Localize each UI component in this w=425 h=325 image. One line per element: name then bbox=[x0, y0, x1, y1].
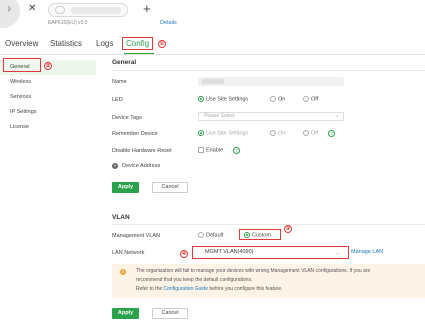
warning-text-line2: recommend that you keep the default conf… bbox=[136, 277, 253, 283]
tab-overview[interactable]: Overview bbox=[5, 39, 38, 48]
tab-bar: Overview Statistics Logs Config ① bbox=[0, 36, 425, 55]
name-label: Name bbox=[112, 79, 127, 85]
radio-label: Default bbox=[206, 232, 224, 239]
led-radio-on[interactable]: On bbox=[270, 96, 285, 102]
sidebar-item-ip-settings[interactable]: IP Settings bbox=[0, 105, 96, 120]
tab-statistics[interactable]: Statistics bbox=[50, 39, 82, 48]
expand-icon: + bbox=[112, 163, 118, 169]
details-link[interactable]: Details bbox=[160, 20, 177, 26]
vlan-cancel-button[interactable]: Cancel bbox=[152, 308, 188, 319]
enable-reset-checkbox[interactable]: Enable bbox=[198, 147, 223, 153]
device-name-chip[interactable] bbox=[48, 3, 128, 17]
header-divider bbox=[0, 54, 425, 55]
configuration-guide-link[interactable]: Configuration Guide bbox=[164, 286, 208, 292]
radio-dot bbox=[270, 96, 276, 102]
lan-network-select[interactable]: MGMT VLAN(4090) ⌄ bbox=[192, 246, 349, 259]
select-value: MGMT VLAN(4090) bbox=[205, 249, 254, 255]
device-address-expander[interactable]: + Device Address bbox=[112, 163, 160, 169]
help-icon[interactable]: ? bbox=[233, 147, 240, 154]
general-cancel-button[interactable]: Cancel bbox=[152, 182, 188, 193]
close-icon[interactable]: ✕ bbox=[28, 3, 36, 14]
lan-network-label: LAN Network bbox=[112, 250, 145, 256]
radio-dot bbox=[198, 96, 204, 102]
manage-lan-link[interactable]: Manage LAN bbox=[351, 249, 383, 255]
disable-reset-label: Disable Hardware Reset bbox=[112, 148, 172, 154]
warning-text-post: before you configure this feature. bbox=[208, 286, 283, 292]
tab-logs[interactable]: Logs bbox=[96, 39, 113, 48]
radio-label: On bbox=[278, 130, 286, 137]
radio-label: Use Site Settings bbox=[206, 96, 249, 103]
radio-dot bbox=[198, 232, 204, 238]
collapse-sidebar-icon[interactable]: ⦈ bbox=[8, 5, 11, 13]
general-apply-button[interactable]: Apply bbox=[112, 182, 139, 193]
mgmt-vlan-radio-default[interactable]: Default bbox=[198, 232, 223, 238]
chevron-down-icon: ⌄ bbox=[335, 250, 340, 256]
mgmt-vlan-radio-custom[interactable]: Custom bbox=[244, 232, 271, 238]
warning-icon: ! bbox=[120, 269, 126, 275]
sidebar-item-label: Services bbox=[10, 94, 32, 100]
vlan-apply-button[interactable]: Apply bbox=[112, 308, 139, 319]
device-model: EAP610(EU) v3.0 bbox=[48, 20, 88, 26]
annotation-badge-2: ② bbox=[44, 62, 52, 70]
remember-radio-off[interactable]: Off bbox=[303, 130, 318, 136]
radio-label: Off bbox=[311, 130, 319, 137]
radio-label: Use Site Settings bbox=[206, 130, 249, 137]
remember-device-label: Remember Device bbox=[112, 131, 158, 137]
sidebar-item-wireless[interactable]: Wireless bbox=[0, 75, 96, 90]
warning-text-pre: Refer to the bbox=[136, 286, 164, 292]
radio-dot bbox=[270, 130, 276, 136]
led-radio-off[interactable]: Off bbox=[303, 96, 318, 102]
name-input[interactable] bbox=[198, 77, 344, 86]
radio-dot bbox=[303, 96, 309, 102]
checkbox-box bbox=[198, 147, 204, 153]
led-radio-site[interactable]: Use Site Settings bbox=[198, 96, 248, 102]
radio-dot bbox=[198, 130, 204, 136]
management-vlan-label: Management VLAN bbox=[112, 233, 160, 239]
remember-radio-on[interactable]: On bbox=[270, 130, 285, 136]
chevron-down-icon: ⌄ bbox=[334, 113, 339, 119]
vlan-section-title: VLAN bbox=[112, 214, 130, 221]
led-label: LED bbox=[112, 97, 123, 103]
annotation-box-general bbox=[3, 58, 41, 72]
section-divider bbox=[112, 224, 425, 225]
radio-label: Off bbox=[311, 96, 319, 103]
tab-config[interactable]: Config bbox=[122, 37, 154, 50]
sidebar-item-label: IP Settings bbox=[10, 109, 37, 115]
radio-label: Custom bbox=[252, 232, 271, 239]
sidebar-item-license[interactable]: License bbox=[0, 120, 96, 135]
general-section-title: General bbox=[112, 59, 137, 66]
annotation-badge-3: ③ bbox=[284, 225, 292, 233]
plus-icon[interactable]: + bbox=[143, 1, 151, 16]
cloud-icon bbox=[55, 6, 65, 14]
sidebar-item-services[interactable]: Services bbox=[0, 90, 96, 105]
checkbox-label: Enable bbox=[206, 147, 224, 154]
device-name-redacted bbox=[71, 7, 121, 14]
sidebar-item-label: License bbox=[10, 124, 29, 130]
annotation-badge-4: ④ bbox=[180, 250, 188, 258]
top-bar: ⦈ ✕ + EAP610(EU) v3.0 Details bbox=[0, 0, 425, 28]
radio-label: On bbox=[278, 96, 286, 103]
warning-text-line3: Refer to the Configuration Guide before … bbox=[136, 286, 283, 292]
radio-dot bbox=[303, 130, 309, 136]
remember-radio-site[interactable]: Use Site Settings bbox=[198, 130, 248, 136]
warning-banner: ! The organization will fail to manage y… bbox=[112, 264, 425, 298]
section-divider bbox=[112, 70, 425, 71]
sidebar-item-label: Wireless bbox=[10, 79, 32, 85]
device-tags-label: Device Tags bbox=[112, 115, 142, 121]
annotation-badge-1: ① bbox=[158, 40, 166, 48]
expander-label: Device Address bbox=[122, 163, 161, 169]
select-placeholder: Please Select bbox=[204, 113, 235, 119]
name-value-redacted bbox=[202, 79, 224, 84]
warning-text-line1: The organization will fail to manage you… bbox=[136, 268, 371, 274]
device-tags-select[interactable]: Please Select ⌄ bbox=[198, 112, 344, 121]
help-icon[interactable]: ? bbox=[328, 130, 335, 137]
radio-dot bbox=[244, 232, 250, 238]
